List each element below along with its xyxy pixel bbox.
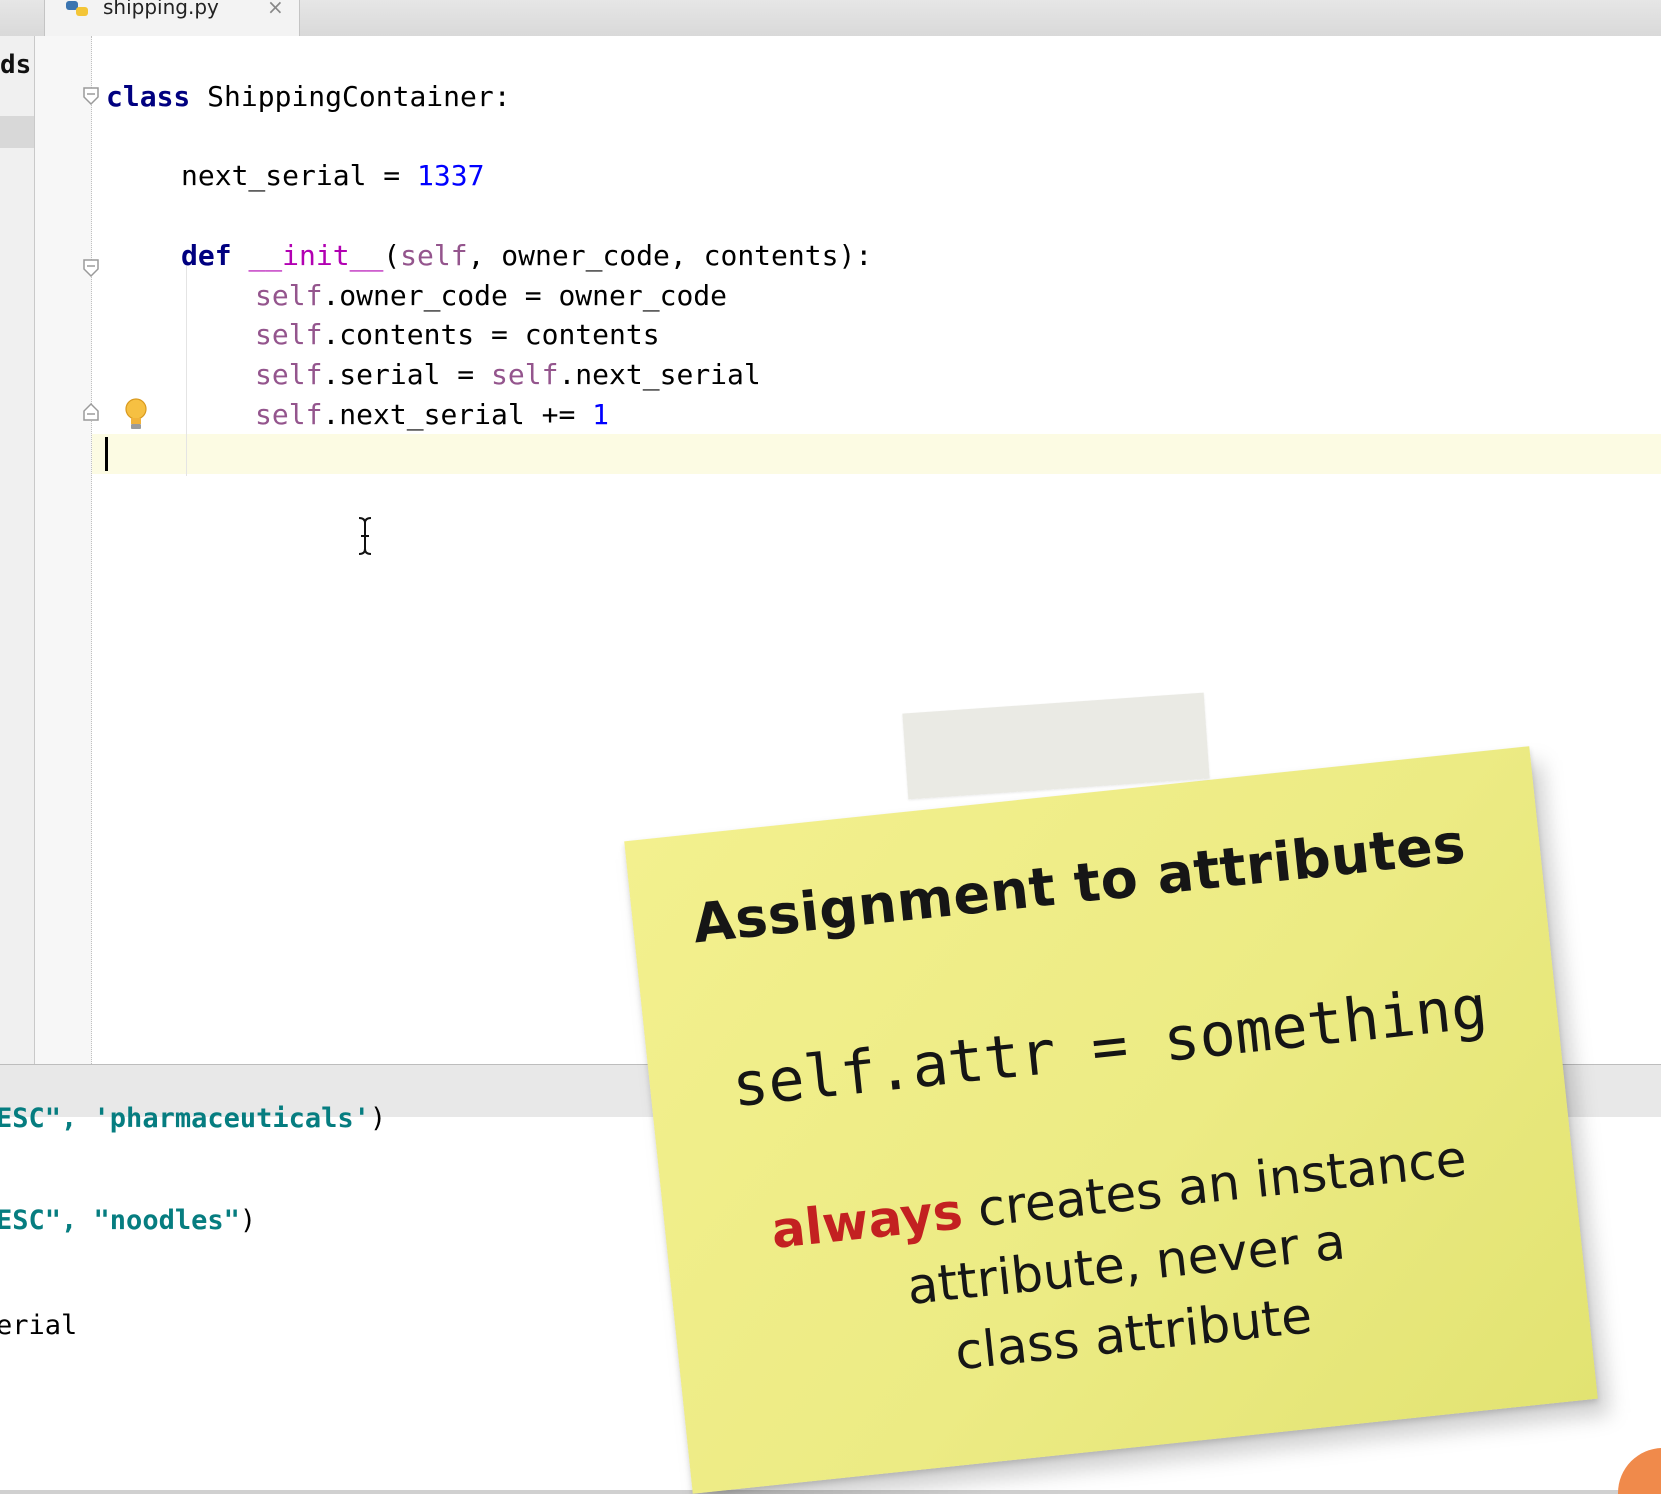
self-keyword: self	[255, 398, 323, 431]
tab-label: shipping.py	[103, 0, 219, 19]
string-literal: 'pharmaceuticals'	[93, 1103, 370, 1134]
console-text: ESC",	[0, 1205, 94, 1236]
statement: .next_serial +=	[322, 398, 593, 431]
console-text: )	[369, 1103, 387, 1134]
code-line-4[interactable]: self.owner_code = owner_code	[255, 276, 727, 316]
tab-shipping-py[interactable]: shipping.py ×	[44, 0, 300, 36]
python-file-icon	[66, 1, 88, 16]
self-keyword: self	[255, 279, 323, 312]
project-panel-label: ds	[0, 50, 32, 80]
note-title: Assignment to attributes	[689, 811, 1469, 956]
text-caret	[105, 437, 108, 471]
operator: =	[366, 159, 418, 192]
self-keyword: self	[400, 239, 468, 272]
code-line-2[interactable]: next_serial = 1337	[181, 156, 484, 196]
statement: .owner_code = owner_code	[322, 279, 728, 312]
keyword-class: class	[106, 80, 191, 113]
project-selected-row[interactable]	[0, 116, 34, 148]
number-literal: 1	[592, 398, 610, 431]
self-keyword: self	[255, 318, 323, 351]
code-line-5[interactable]: self.contents = contents	[255, 315, 660, 355]
console-line-2: ESC", "noodles")	[0, 1201, 256, 1241]
note-body: always creates an instance attribute, ne…	[663, 1112, 1590, 1416]
note-code: self.attr = something	[728, 972, 1491, 1122]
console-text: )	[239, 1205, 257, 1236]
statement: .serial =	[322, 358, 492, 391]
text-cursor-icon	[358, 517, 372, 555]
fold-icon[interactable]	[82, 258, 100, 278]
parameters: , owner_code, contents):	[467, 239, 873, 272]
console-line-3: erial	[0, 1310, 78, 1341]
class-name: ShippingContainer:	[190, 80, 511, 113]
attribute-name: next_serial	[181, 159, 367, 192]
code-line-6[interactable]: self.serial = self.next_serial	[255, 355, 761, 395]
code-line-1[interactable]: class ShippingContainer:	[106, 77, 511, 117]
project-panel-strip[interactable]: ds	[0, 36, 35, 1064]
indent-guide	[186, 266, 187, 476]
number-literal: 1337	[417, 159, 485, 192]
self-keyword: self	[491, 358, 559, 391]
lightbulb-icon[interactable]	[122, 397, 150, 433]
current-line-highlight	[35, 434, 1661, 474]
self-keyword: self	[255, 358, 323, 391]
code-line-3[interactable]: def __init__(self, owner_code, contents)…	[181, 236, 872, 276]
statement: .next_serial	[558, 358, 761, 391]
string-literal: "noodles"	[93, 1205, 240, 1236]
editor-gutter	[35, 36, 92, 1064]
sticky-note: Assignment to attributes self.attr = som…	[624, 746, 1598, 1494]
console-line-1: ESC", 'pharmaceuticals')	[0, 1099, 386, 1139]
statement: .contents = contents	[322, 318, 660, 351]
fold-icon[interactable]	[82, 86, 100, 106]
fold-icon[interactable]	[82, 402, 100, 422]
paren: (	[383, 239, 401, 272]
code-line-7[interactable]: self.next_serial += 1	[255, 395, 609, 435]
magic-method-name: __init__	[248, 239, 384, 272]
ide-window: shipping.py × ds class ShippingContainer…	[0, 0, 1661, 1494]
tab-close-icon[interactable]: ×	[267, 0, 284, 19]
console-text: ESC",	[0, 1103, 94, 1134]
keyword-def: def	[181, 239, 232, 272]
editor-tab-bar: shipping.py ×	[0, 0, 1661, 37]
